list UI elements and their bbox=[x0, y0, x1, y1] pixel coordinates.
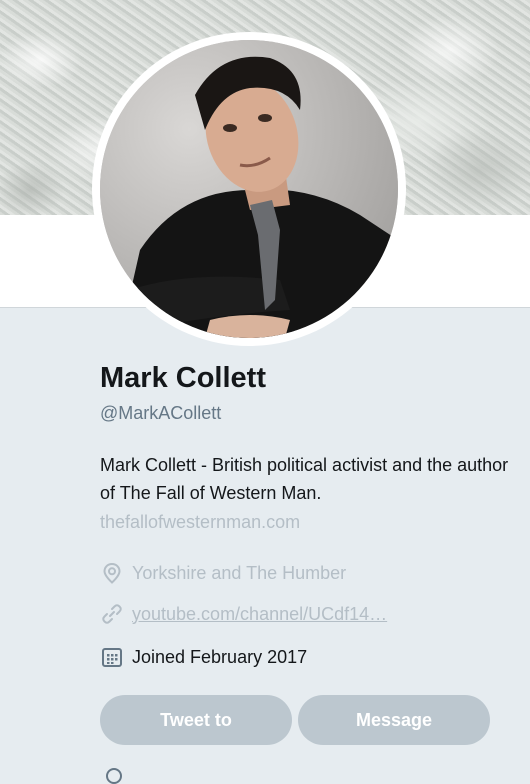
avatar-photo bbox=[100, 40, 398, 338]
website-link[interactable]: youtube.com/channel/UCdf14… bbox=[132, 604, 387, 625]
avatar[interactable] bbox=[100, 40, 398, 338]
profile-location: Yorkshire and The Humber bbox=[100, 559, 346, 587]
location-text: Yorkshire and The Humber bbox=[132, 562, 347, 583]
profile-website[interactable]: youtube.com/channel/UCdf14… bbox=[100, 600, 387, 628]
profile-name[interactable]: Mark Collett bbox=[100, 362, 266, 395]
profile-bio: Mark Collett - British political activis… bbox=[100, 455, 509, 503]
truncated-icon bbox=[106, 768, 122, 784]
message-button[interactable]: Message bbox=[298, 695, 490, 745]
bio-link[interactable]: thefallofwesternman.com bbox=[100, 512, 300, 533]
tweet-to-button[interactable]: Tweet to bbox=[100, 695, 292, 745]
profile-join-date: Joined February 2017 bbox=[100, 643, 307, 671]
location-pin-icon bbox=[100, 561, 124, 585]
calendar-icon bbox=[100, 645, 124, 669]
link-icon bbox=[100, 602, 124, 626]
join-date-text: Joined February 2017 bbox=[132, 646, 308, 667]
profile-handle[interactable]: @MarkACollett bbox=[100, 403, 221, 424]
